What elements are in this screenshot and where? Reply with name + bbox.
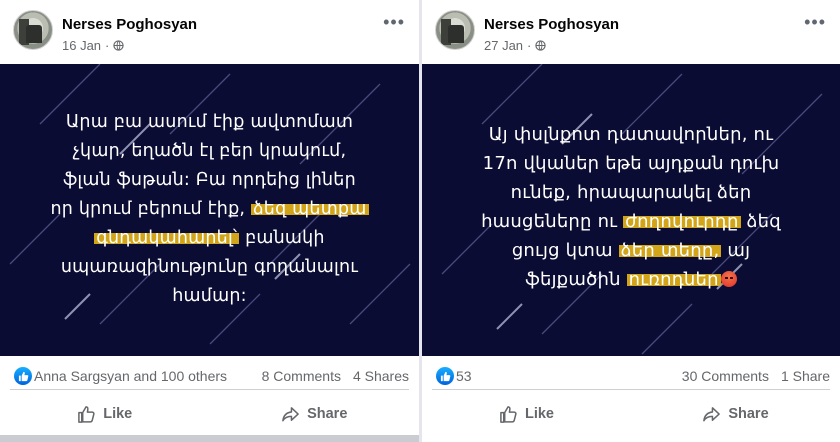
text-fragment: ֆեյքածին <box>525 269 627 290</box>
share-button[interactable]: Share <box>631 398 840 430</box>
angry-face-emoji <box>720 271 737 287</box>
thumbs-up-icon <box>78 405 95 423</box>
text-fragment: ձեզ <box>740 211 781 232</box>
text-fragment: այ <box>721 240 751 261</box>
reactions-bar: Anna Sargsyan and 100 others 8 Comments … <box>10 362 409 390</box>
text-line: ցույց կտա ձեր տեղը, այ <box>440 236 822 265</box>
post-meta: 27 Jan · <box>484 38 547 53</box>
post-text: Այ փսլնքոտ դատավորներ, ու 17ո վկաներ եթե… <box>440 120 822 294</box>
post-card-right: Nerses Poghosyan 27 Jan · ••• Այ փսլնքոտ… <box>422 0 840 442</box>
reaction-count[interactable]: 53 <box>456 368 472 384</box>
globe-icon <box>535 40 547 51</box>
more-options-button[interactable]: ••• <box>383 12 405 33</box>
like-reaction-icon <box>436 367 454 385</box>
more-options-button[interactable]: ••• <box>804 12 826 33</box>
text-fragment: որ կրում բերում էիք, <box>50 199 251 219</box>
share-arrow-icon <box>282 406 299 421</box>
like-button[interactable]: Like <box>0 398 210 430</box>
comments-count[interactable]: 30 Comments <box>682 368 769 384</box>
share-label: Share <box>307 406 348 422</box>
post-header: Nerses Poghosyan 27 Jan · ••• <box>422 8 840 60</box>
share-button[interactable]: Share <box>210 398 420 430</box>
highlighted-text: գնդակահարել՝ <box>94 228 240 248</box>
text-line: գնդակահարել՝ բանակի <box>18 224 401 253</box>
action-bar: Like Share <box>422 398 840 430</box>
shares-count[interactable]: 1 Share <box>781 368 830 384</box>
text-line: Այ փսլնքոտ դատավորներ, ու <box>488 124 774 145</box>
text-fragment: բանակի <box>245 228 325 248</box>
text-line: ունեք, հրապարակել ձեր <box>510 182 752 203</box>
text-line: Արա բա ասում էիք ավտոմատ <box>65 112 354 132</box>
comments-count[interactable]: 8 Comments <box>262 368 341 384</box>
engagement-counts: 30 Comments 1 Share <box>682 368 830 384</box>
post-card-left: Nerses Poghosyan 16 Jan · ••• Արա բա ասո… <box>0 0 419 442</box>
post-image[interactable]: Արա բա ասում էիք ավտոմատ չկար, եղածն էլ … <box>0 64 419 356</box>
highlighted-text: ձեր տեղը, <box>618 240 722 261</box>
author-name[interactable]: Nerses Poghosyan <box>484 16 619 33</box>
thumbs-up-icon <box>500 405 517 423</box>
engagement-counts: 8 Comments 4 Shares <box>262 368 409 384</box>
text-line: ֆլան ֆսթան: Բա որդեից լիներ <box>63 170 356 190</box>
text-fragment: ցույց կտա <box>511 240 619 261</box>
post-image[interactable]: Այ փսլնքոտ դատավորներ, ու 17ո վկաներ եթե… <box>422 64 840 356</box>
text-line: չկար, եղածն էլ բեր կրակում, <box>72 141 347 161</box>
avatar[interactable] <box>435 10 475 50</box>
scroll-bar[interactable] <box>0 435 419 442</box>
text-line: 17ո վկաներ եթե այդքան դուխ <box>482 153 780 174</box>
like-button[interactable]: Like <box>422 398 631 430</box>
action-bar: Like Share <box>0 398 419 430</box>
like-label: Like <box>524 406 554 422</box>
globe-icon <box>113 40 125 51</box>
avatar[interactable] <box>13 10 53 50</box>
like-reaction-icon <box>14 367 32 385</box>
post-header: Nerses Poghosyan 16 Jan · ••• <box>0 8 419 60</box>
post-text: Արա բա ասում էիք ավտոմատ չկար, եղածն էլ … <box>18 108 401 311</box>
text-line: որ կրում բերում էիք, ձեզ պետքա <box>18 195 401 224</box>
post-date[interactable]: 16 Jan <box>62 38 101 53</box>
text-line: համար: <box>172 286 247 306</box>
share-arrow-icon <box>703 406 721 421</box>
share-label: Share <box>728 406 769 422</box>
post-meta: 16 Jan · <box>62 38 125 53</box>
text-line: հասցեները ու ժողովուրդը ձեզ <box>440 207 822 236</box>
like-label: Like <box>103 406 133 422</box>
post-date[interactable]: 27 Jan <box>484 38 523 53</box>
reaction-names[interactable]: Anna Sargsyan and 100 others <box>34 368 227 384</box>
highlighted-text: ձեզ պետքա <box>250 199 369 219</box>
reactions-bar: 53 30 Comments 1 Share <box>432 362 830 390</box>
text-fragment: հասցեները ու <box>481 211 624 232</box>
highlighted-text: ժողովուրդը <box>623 211 741 232</box>
shares-count[interactable]: 4 Shares <box>353 368 409 384</box>
highlighted-text: ուռոդներ <box>626 269 721 290</box>
text-line: սպառազինությունը գողանալու <box>60 257 359 277</box>
author-name[interactable]: Nerses Poghosyan <box>62 16 197 33</box>
text-line: ֆեյքածին ուռոդներ <box>440 265 822 294</box>
